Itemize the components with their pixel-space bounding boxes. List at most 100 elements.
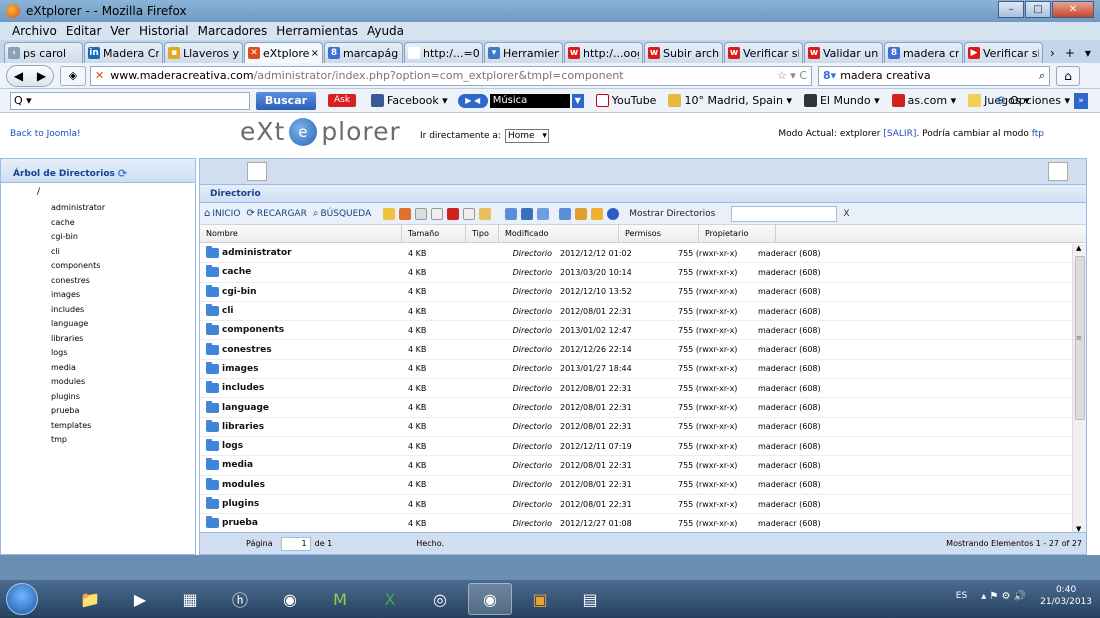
view-icon[interactable] — [505, 207, 518, 220]
table-row[interactable]: includes 4 KB Directorio 2012/08/01 22:31 75… — [200, 379, 1072, 399]
maximize-button[interactable]: □ — [1025, 1, 1051, 18]
excel-taskbar-icon[interactable]: X — [368, 583, 412, 615]
recargar-button[interactable]: ⟳ RECARGAR — [246, 208, 306, 219]
table-row[interactable]: components 4 KB Directorio 2013/01/02 12:47… — [200, 321, 1072, 341]
move-icon[interactable] — [431, 207, 444, 220]
upload-icon[interactable] — [537, 207, 550, 220]
tab-close-icon[interactable]: × — [309, 48, 319, 59]
table-row[interactable]: conestres 4 KB Directorio 2012/12/26 22:14 7… — [200, 340, 1072, 360]
tree-item[interactable]: libraries — [51, 332, 105, 347]
ir-select[interactable]: Home — [504, 129, 549, 143]
col-nombre[interactable]: Nombre — [200, 225, 402, 242]
clock[interactable]: 0:40 21/03/2013 — [1040, 584, 1092, 608]
tab-scroll-right-button[interactable]: › — [1046, 42, 1059, 63]
cell-name[interactable]: modules — [200, 477, 402, 490]
download-icon[interactable] — [521, 207, 534, 220]
left-panel-toggle[interactable] — [247, 162, 267, 181]
new-tab-button[interactable]: + — [1061, 42, 1079, 63]
table-row[interactable]: logs 4 KB Directorio 2012/12/11 07:19 755 (r… — [200, 437, 1072, 457]
tree-item[interactable]: plugins — [51, 390, 105, 405]
tree-item[interactable]: cache — [51, 216, 105, 231]
scroll-up-icon[interactable]: ▲ — [1076, 244, 1081, 252]
cell-name[interactable]: media — [200, 458, 402, 471]
browser-tab[interactable]: inMadera Cre... — [84, 42, 163, 63]
cell-name[interactable]: administrator — [200, 246, 402, 259]
browser-tab[interactable]: wSubir archiv... — [644, 42, 723, 63]
tree-item[interactable]: modules — [51, 375, 105, 390]
close-button[interactable]: ✕ — [1052, 1, 1094, 18]
opciones-button[interactable]: ⚙ Opciones ▾ — [996, 94, 1070, 107]
tree-item[interactable]: administrator — [51, 201, 105, 216]
clear-filter-button[interactable]: X — [843, 209, 849, 219]
home-button[interactable]: ⌂ — [1056, 65, 1080, 86]
cell-name[interactable]: language — [200, 400, 402, 413]
cell-name[interactable]: prueba — [200, 516, 402, 529]
col-modificado[interactable]: Modificado — [499, 225, 619, 242]
site-identity-button[interactable]: ◈ — [60, 65, 86, 86]
video-taskbar-icon[interactable]: ▤ — [568, 583, 612, 615]
cell-name[interactable]: includes — [200, 381, 402, 394]
tree-item[interactable]: logs — [51, 346, 105, 361]
back-forward-button[interactable]: ◀ ▶ — [6, 64, 54, 87]
page-input[interactable]: 1 — [280, 536, 311, 551]
inicio-button[interactable]: ⌂ INICIO — [204, 208, 240, 219]
filter-input[interactable] — [731, 205, 838, 222]
cell-name[interactable]: images — [200, 361, 402, 374]
browser-tab[interactable]: ▶Verificar siti... — [964, 42, 1043, 63]
menu-historial[interactable]: Historial — [139, 24, 189, 38]
right-panel-toggle[interactable] — [1048, 162, 1068, 181]
rename-icon[interactable] — [463, 207, 476, 220]
browser-tab[interactable]: ✕eXtplorer -× — [244, 42, 323, 63]
tree-item[interactable]: cgi-bin — [51, 230, 105, 245]
cell-name[interactable]: components — [200, 323, 402, 336]
cell-name[interactable]: plugins — [200, 497, 402, 509]
device-taskbar-icon[interactable]: ▦ — [168, 583, 212, 615]
table-row[interactable]: administrator 4 KB Directorio 2012/12/12 01… — [200, 244, 1072, 264]
search-engine-icon[interactable]: 8▾ — [823, 69, 836, 82]
powerpoint-taskbar-icon[interactable]: ▣ — [518, 583, 562, 615]
elmundo-button[interactable]: El Mundo ▾ — [803, 94, 880, 107]
col-permisos[interactable]: Permisos — [619, 225, 699, 242]
buscar-button[interactable]: Buscar — [256, 91, 316, 110]
back-arrow-icon[interactable]: ◀ — [14, 69, 23, 83]
youtube-button[interactable]: YouTube — [595, 94, 656, 107]
table-row[interactable]: cli 4 KB Directorio 2012/08/01 22:31 755 (rw… — [200, 302, 1072, 322]
chevron-down-icon[interactable]: ▼ — [571, 93, 584, 108]
browser-tab[interactable]: ‹ ps carol — [4, 42, 83, 63]
table-row[interactable]: images 4 KB Directorio 2013/01/27 18:44 755 … — [200, 360, 1072, 380]
tree-item[interactable]: language — [51, 317, 105, 332]
search-icon[interactable]: ⌕ — [1039, 69, 1045, 83]
new-file-icon[interactable] — [383, 207, 396, 220]
refresh-tree-icon[interactable]: ⟳ — [118, 167, 127, 180]
cell-name[interactable]: libraries — [200, 419, 402, 432]
tree-item[interactable]: prueba — [51, 404, 105, 419]
tree-item[interactable]: components — [51, 259, 105, 274]
tree-item[interactable]: templates — [51, 419, 105, 434]
help-icon[interactable] — [607, 207, 620, 220]
copy-icon[interactable] — [415, 207, 428, 220]
cell-name[interactable]: conestres — [200, 342, 402, 355]
salir-link[interactable]: [SALIR] — [883, 129, 916, 139]
col-tipo[interactable]: Tipo — [466, 225, 499, 242]
table-row[interactable]: plugins 4 KB Directorio 2012/08/01 22:31 755… — [200, 495, 1072, 515]
menu-archivo[interactable]: Archivo — [12, 24, 57, 38]
browser-tab[interactable]: 8madera cre... — [884, 42, 963, 63]
browser-tab[interactable]: 8marcapágin... — [324, 42, 403, 63]
menu-marcadores[interactable]: Marcadores — [198, 24, 268, 38]
play-icon[interactable]: ▶ ◀ — [457, 93, 488, 108]
minimize-button[interactable]: – — [998, 1, 1024, 18]
media-player-taskbar-icon[interactable]: ▶ — [118, 583, 162, 615]
table-row[interactable]: language 4 KB Directorio 2012/08/01 22:31 75… — [200, 398, 1072, 418]
grid-scrollbar[interactable]: ▲ ≡ ▼ — [1072, 244, 1086, 533]
menu-ver[interactable]: Ver — [110, 24, 130, 38]
ask-search-input[interactable]: Q ▾ — [10, 91, 250, 110]
start-button[interactable] — [6, 583, 38, 615]
cell-name[interactable]: logs — [200, 439, 402, 452]
extract-icon[interactable] — [591, 207, 604, 220]
browser-tab[interactable]: wValidar un si... — [804, 42, 883, 63]
tree-item[interactable]: cli — [51, 245, 105, 260]
table-row[interactable]: media 4 KB Directorio 2012/08/01 22:31 755 (… — [200, 456, 1072, 476]
table-row[interactable]: cgi-bin 4 KB Directorio 2012/12/10 13:52 755… — [200, 283, 1072, 302]
search-bar[interactable]: 8▾ madera creativa ⌕ — [818, 65, 1050, 86]
browser-tab[interactable]: wVerificar siti... — [724, 42, 803, 63]
